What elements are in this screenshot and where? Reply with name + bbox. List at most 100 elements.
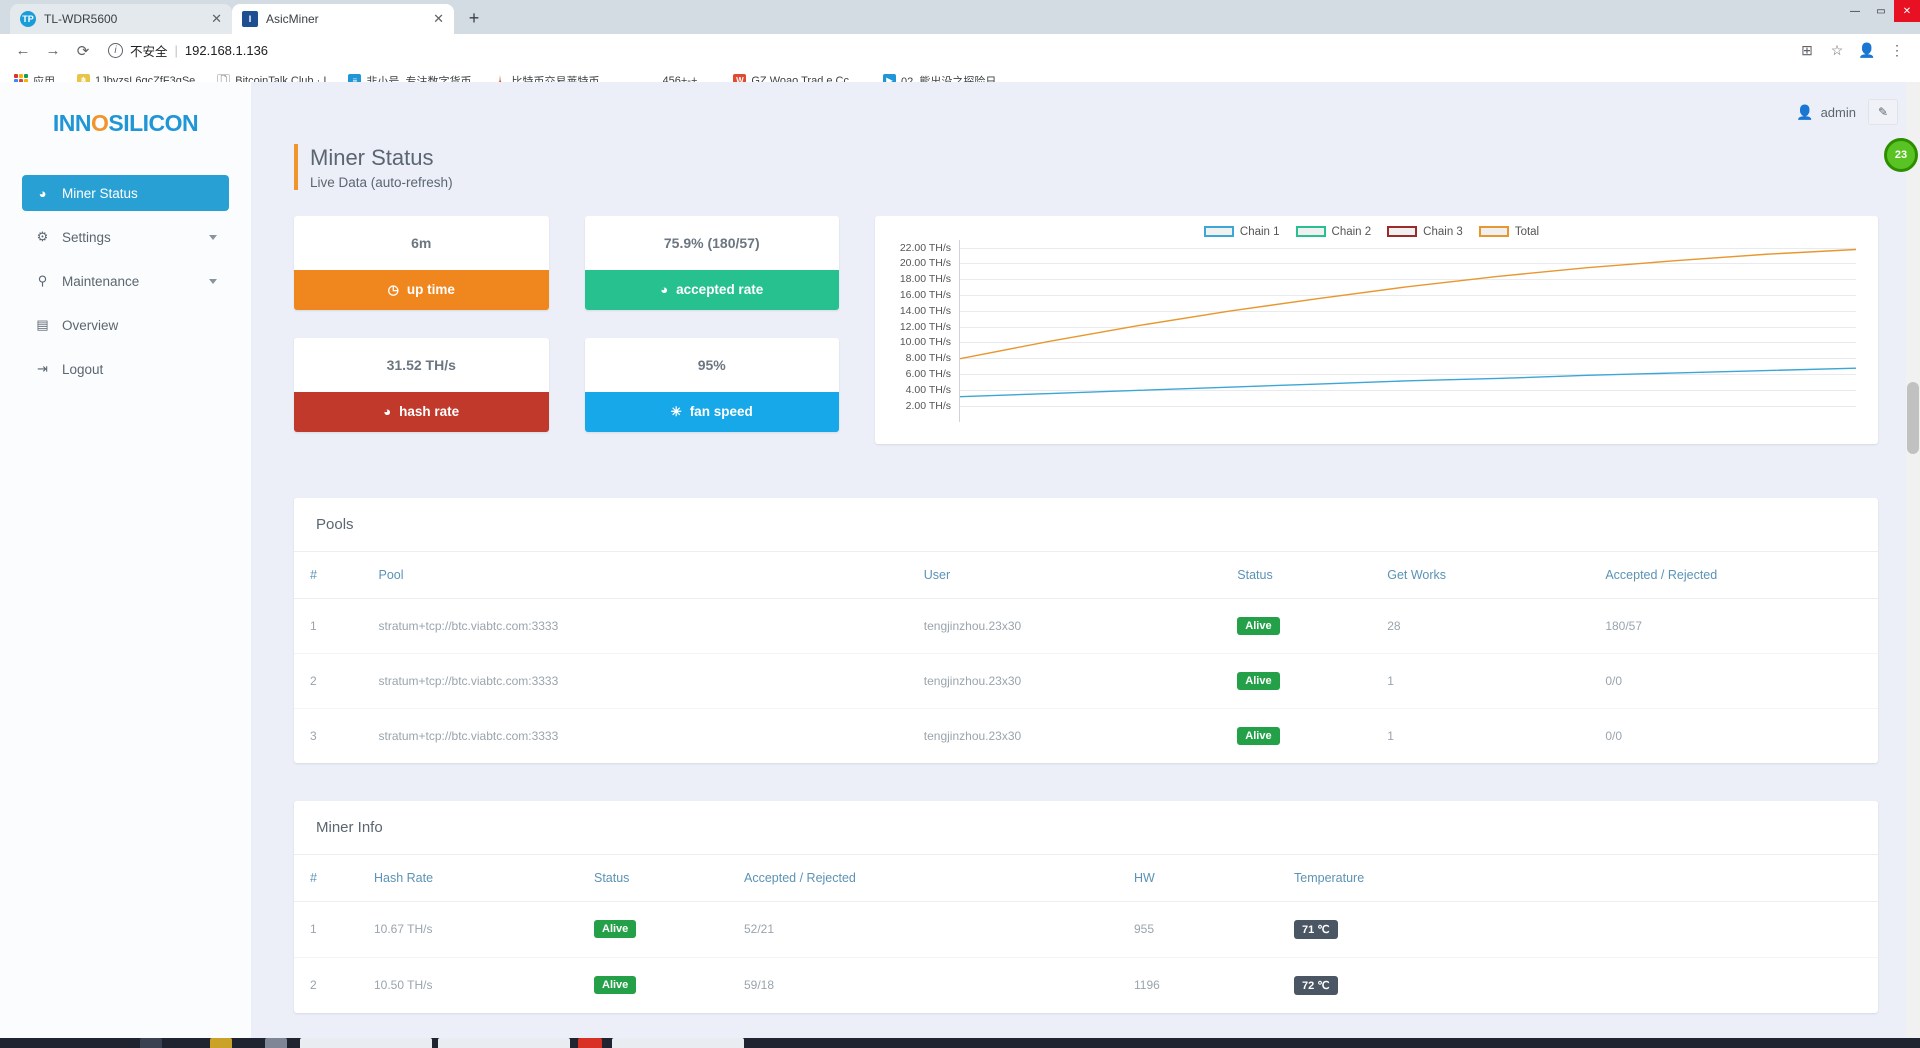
chart-plot-area: 22.00 TH/s 20.00 TH/s 18.00 TH/s 16.00 TH/s… [883, 239, 1860, 422]
y-axis-tick-label: 12.00 TH/s [899, 320, 951, 333]
column-header-status[interactable]: Status [594, 854, 744, 902]
hashrate-chart: Chain 1 Chain 2 Chain 3 Total 22.00 TH/s 20.… [875, 215, 1878, 444]
close-window-icon[interactable]: ✕ [1894, 0, 1920, 22]
legend-item-chain-2[interactable]: Chain 2 [1295, 225, 1372, 238]
legend-label: Chain 3 [1423, 225, 1463, 238]
cell-accepted-rejected: 59/18 [744, 978, 775, 993]
stat-value: 75.9% (180/57) [663, 234, 760, 251]
status-badge: Alive [594, 920, 637, 939]
pools-title: Pools [294, 498, 1878, 552]
cell-accepted-rejected: 180/57 [1605, 598, 1878, 654]
taskbar-item[interactable] [438, 1038, 570, 1048]
scrollbar-thumb[interactable] [1907, 382, 1919, 454]
legend-label: Chain 1 [1239, 225, 1280, 238]
column-header-accepted-rejected[interactable]: Accepted / Rejected [1605, 551, 1878, 599]
sidebar-item-logout[interactable]: ⇥ Logout [22, 351, 229, 387]
cell-user: tengjinzhou.23x30 [923, 728, 1022, 743]
cast-icon[interactable]: ⊞ [1794, 38, 1820, 64]
page-scrollbar[interactable] [1906, 82, 1920, 1048]
omnibox-separator: | [174, 43, 178, 58]
column-header-hw[interactable]: HW [1134, 854, 1294, 902]
taskbar-item[interactable] [612, 1038, 744, 1048]
column-header-pool[interactable]: Pool [378, 551, 924, 599]
stat-footer[interactable]: ◷ up time [294, 269, 549, 310]
column-header-status[interactable]: Status [1237, 551, 1388, 599]
chevron-down-icon[interactable] [209, 278, 217, 284]
column-header-getworks[interactable]: Get Works [1387, 551, 1606, 599]
cell-get-works: 1 [1387, 728, 1394, 743]
close-icon[interactable]: ✕ [211, 11, 222, 27]
forward-icon[interactable]: → [40, 38, 66, 64]
legend-label: Total [1514, 225, 1540, 238]
column-header-temperature[interactable]: Temperature [1294, 854, 1878, 902]
user-account[interactable]: 👤 admin [1796, 104, 1856, 121]
taskbar-item[interactable] [300, 1038, 432, 1048]
taskbar-item[interactable] [265, 1038, 287, 1048]
profile-icon[interactable]: 👤 [1854, 38, 1880, 64]
os-taskbar [0, 1038, 1920, 1048]
sidebar-item-miner-status[interactable]: ◕ Miner Status [22, 175, 229, 211]
pencil-icon: ✎ [1877, 105, 1889, 119]
cell-status: Alive [1237, 708, 1387, 763]
table-row[interactable]: 1 10.67 TH/s Alive 52/21 955 71 ℃ [294, 901, 1878, 958]
logo-prefix: INN [52, 110, 92, 136]
sidebar-item-maintenance[interactable]: ⚲ Maintenance [22, 263, 229, 299]
y-axis-tick-label: 16.00 TH/s [899, 288, 951, 301]
status-row: 6m ◷ up time 75.9% (180/57) ◕ accepted r… [252, 215, 1920, 460]
column-header-hash-rate[interactable]: Hash Rate [374, 854, 594, 902]
stat-footer[interactable]: ◕ accepted rate [584, 269, 839, 310]
browser-tab-2[interactable]: I AsicMiner ✕ [232, 4, 454, 34]
column-header-num[interactable]: # [294, 854, 374, 902]
more-menu-icon[interactable]: ⋮ [1884, 38, 1910, 64]
cell-hw: 955 [1134, 901, 1294, 958]
edit-button[interactable]: ✎ [1868, 99, 1898, 125]
stat-footer[interactable]: ✳ fan speed [584, 391, 839, 432]
close-icon[interactable]: ✕ [433, 11, 444, 27]
new-tab-button[interactable]: + [460, 4, 488, 32]
taskbar-item[interactable] [578, 1038, 602, 1048]
miner-info-table-head: # Hash Rate Status Accepted / Rejected H… [294, 854, 1878, 902]
stat-value: 95% [697, 356, 726, 373]
chevron-down-icon[interactable] [209, 234, 217, 240]
legend-item-total[interactable]: Total [1478, 225, 1540, 238]
taskbar-item[interactable] [210, 1038, 232, 1048]
sidebar-item-label: Settings [62, 229, 111, 245]
legend-label: Chain 2 [1331, 225, 1372, 238]
maximize-icon[interactable]: ▭ [1868, 0, 1894, 22]
stat-card-up-time: 6m ◷ up time [294, 215, 549, 310]
table-row[interactable]: 2 stratum+tcp://btc.viabtc.com:3333 tengji… [294, 653, 1878, 709]
column-header-user[interactable]: User [923, 551, 1238, 599]
status-badge: Alive [1237, 726, 1280, 745]
series-line-total [960, 249, 1856, 358]
minimize-icon[interactable]: — [1842, 0, 1868, 22]
fan-icon: ✳ [670, 403, 682, 419]
cell-pool: stratum+tcp://btc.viabtc.com:3333 [378, 598, 924, 654]
legend-item-chain-1[interactable]: Chain 1 [1203, 225, 1280, 238]
cell-accepted-rejected: 0/0 [1605, 728, 1623, 743]
tab-title: TL-WDR5600 [44, 12, 118, 26]
table-row[interactable]: 3 stratum+tcp://btc.viabtc.com:3333 tengji… [294, 708, 1878, 763]
reload-icon[interactable]: ⟳ [70, 38, 96, 64]
legend-item-chain-3[interactable]: Chain 3 [1387, 226, 1463, 238]
legend-swatch [1203, 226, 1234, 238]
sidebar: INNOSILICON ◕ Miner Status ⚙ Settings ⚲ … [0, 82, 252, 1048]
site-info-icon[interactable]: i [108, 43, 123, 58]
url-text: 192.168.1.136 [184, 43, 269, 58]
column-header-num[interactable]: # [294, 551, 379, 599]
address-bar[interactable]: i 不安全 | 192.168.1.136 [100, 39, 1790, 63]
taskbar-item[interactable] [140, 1038, 162, 1048]
back-icon[interactable]: ← [10, 38, 36, 64]
column-header-accepted-rejected[interactable]: Accepted / Rejected [744, 854, 1134, 902]
browser-toolbar: ← → ⟳ i 不安全 | 192.168.1.136 ⊞ ☆ 👤 ⋮ [0, 34, 1920, 68]
stat-footer[interactable]: ◕ hash rate [294, 391, 549, 432]
pools-table-head: # Pool User Status Get Works Accepted / … [294, 551, 1878, 599]
star-icon[interactable]: ☆ [1824, 38, 1850, 64]
sidebar-item-settings[interactable]: ⚙ Settings [22, 219, 229, 255]
table-row[interactable]: 2 10.50 TH/s Alive 59/18 1196 72 ℃ [294, 957, 1878, 1013]
legend-swatch [1387, 226, 1418, 238]
floating-badge[interactable]: 23 [1884, 138, 1918, 172]
sidebar-item-overview[interactable]: ▤ Overview [22, 307, 229, 343]
table-row[interactable]: 1 stratum+tcp://btc.viabtc.com:3333 tengji… [294, 598, 1878, 654]
chart-grid [959, 239, 1856, 422]
browser-tab-1[interactable]: TP TL-WDR5600 ✕ [10, 4, 232, 34]
